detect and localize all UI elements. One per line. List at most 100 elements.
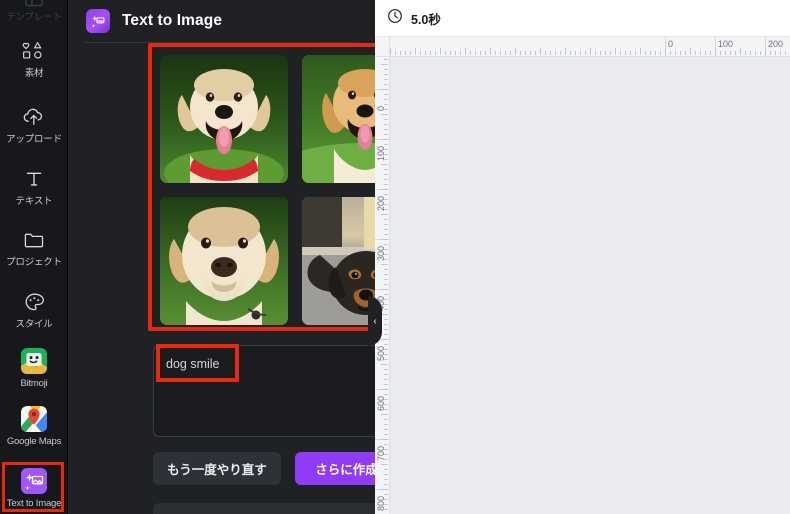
ruler-minor-tick (381, 114, 388, 115)
sidebar-item-label: Text to Image (6, 497, 62, 509)
ruler-minor-tick (395, 51, 396, 55)
ruler-minor-tick (510, 51, 511, 55)
ruler-minor-tick (480, 51, 481, 55)
ruler-minor-tick (384, 474, 388, 475)
ruler-minor-tick (381, 89, 388, 90)
ruler-minor-tick (575, 51, 576, 55)
ruler-minor-tick (384, 154, 388, 155)
ruler-minor-tick (610, 51, 611, 55)
ruler-minor-tick (750, 51, 751, 55)
ruler-minor-tick (381, 289, 388, 290)
ruler-minor-tick (381, 389, 388, 390)
ruler-minor-tick (735, 51, 736, 55)
ruler-minor-tick (545, 51, 546, 55)
ruler-minor-tick (715, 48, 716, 55)
result-thumbnail-3[interactable] (160, 197, 288, 325)
ruler-minor-tick (460, 51, 461, 55)
sidebar-item-label: Bitmoji (20, 377, 48, 389)
ruler-minor-tick (381, 364, 388, 365)
ruler-minor-tick (430, 51, 431, 55)
horizontal-ruler[interactable]: 0 100 200 (390, 37, 790, 57)
result-thumbnail-1[interactable] (160, 55, 288, 183)
panel-bottom-card[interactable] (153, 503, 375, 514)
ruler-minor-tick (384, 359, 388, 360)
sidebar-item-template[interactable]: テンプレート (0, 0, 67, 23)
ruler-minor-tick (384, 234, 388, 235)
ruler-minor-tick (400, 51, 401, 55)
palette-icon (19, 289, 49, 315)
ruler-minor-tick (381, 414, 388, 415)
sidebar-item-label: スタイル (15, 318, 53, 330)
ruler-minor-tick (384, 199, 388, 200)
ruler-minor-tick (550, 51, 551, 55)
canvas-workspace[interactable] (390, 57, 790, 514)
duration-control[interactable]: 5.0秒 (387, 8, 441, 29)
vertical-ruler[interactable]: 0 100 200 300 400 500 600 700 800 (375, 57, 390, 514)
sidebar-item-google-maps[interactable]: Google Maps (0, 400, 67, 452)
ruler-label: 200 (768, 39, 784, 49)
sidebar-item-upload[interactable]: アップロード (0, 95, 67, 153)
ruler-minor-tick (765, 48, 766, 55)
sidebar-item-style[interactable]: スタイル (0, 280, 67, 338)
header-divider (84, 42, 359, 43)
sidebar-item-projects[interactable]: プロジェクト (0, 218, 67, 276)
collapse-panel-handle[interactable]: ‹ (368, 296, 382, 346)
folder-icon (19, 227, 49, 253)
ruler-minor-tick (384, 354, 388, 355)
cloud-upload-icon (19, 104, 49, 130)
ruler-minor-tick (730, 51, 731, 55)
ruler-minor-tick (495, 51, 496, 55)
ruler-minor-tick (381, 189, 388, 190)
ruler-minor-tick (381, 264, 388, 265)
ruler-minor-tick (780, 51, 781, 55)
ruler-minor-tick (384, 69, 388, 70)
result-thumbnail-4[interactable] (302, 197, 375, 325)
ruler-minor-tick (785, 51, 786, 55)
ruler-minor-tick (595, 51, 596, 55)
ruler-minor-tick (415, 48, 416, 55)
ruler-minor-tick (384, 274, 388, 275)
retry-button[interactable]: もう一度やり直す (153, 452, 281, 485)
ruler-minor-tick (384, 369, 388, 370)
ruler-minor-tick (381, 339, 388, 340)
ruler-minor-tick (505, 51, 506, 55)
google-maps-app-icon (21, 405, 47, 432)
prompt-input[interactable]: dog smile (153, 345, 375, 437)
duration-value: 5.0秒 (411, 12, 441, 27)
ruler-minor-tick (384, 309, 388, 310)
sidebar-item-text[interactable]: テキスト (0, 157, 67, 215)
sidebar-item-elements[interactable]: 素材 (0, 30, 67, 86)
template-icon (19, 0, 49, 8)
ruler-minor-tick (384, 209, 388, 210)
ruler-minor-tick (384, 284, 388, 285)
ruler-minor-tick (384, 259, 388, 260)
text-to-image-panel: Text to Image dog smile もう一度やり直す さらに作成 (68, 0, 375, 514)
ruler-minor-tick (384, 424, 388, 425)
ruler-minor-tick (565, 48, 566, 55)
ruler-minor-tick (720, 51, 721, 55)
ruler-minor-tick (384, 479, 388, 480)
ruler-minor-tick (685, 51, 686, 55)
ruler-minor-tick (755, 51, 756, 55)
ruler-minor-tick (525, 51, 526, 55)
sidebar-item-text-to-image[interactable]: Text to Image (0, 462, 67, 514)
ruler-minor-tick (384, 99, 388, 100)
ruler-minor-tick (455, 51, 456, 55)
ruler-minor-tick (384, 484, 388, 485)
ruler-minor-tick (535, 51, 536, 55)
ruler-minor-tick (384, 149, 388, 150)
result-thumbnail-2[interactable] (302, 55, 375, 183)
ruler-minor-tick (384, 244, 388, 245)
ruler-minor-tick (384, 79, 388, 80)
sidebar-item-label: テキスト (15, 195, 53, 207)
sidebar-item-bitmoji[interactable]: Bitmoji (0, 342, 67, 394)
ruler-minor-tick (760, 51, 761, 55)
ruler-label: 100 (718, 39, 734, 49)
ruler-minor-tick (675, 51, 676, 55)
ruler-minor-tick (384, 419, 388, 420)
ruler-minor-tick (485, 51, 486, 55)
ruler-minor-tick (435, 51, 436, 55)
generate-more-button[interactable]: さらに作成する (295, 452, 375, 485)
ruler-minor-tick (705, 51, 706, 55)
ruler-corner (375, 37, 390, 57)
